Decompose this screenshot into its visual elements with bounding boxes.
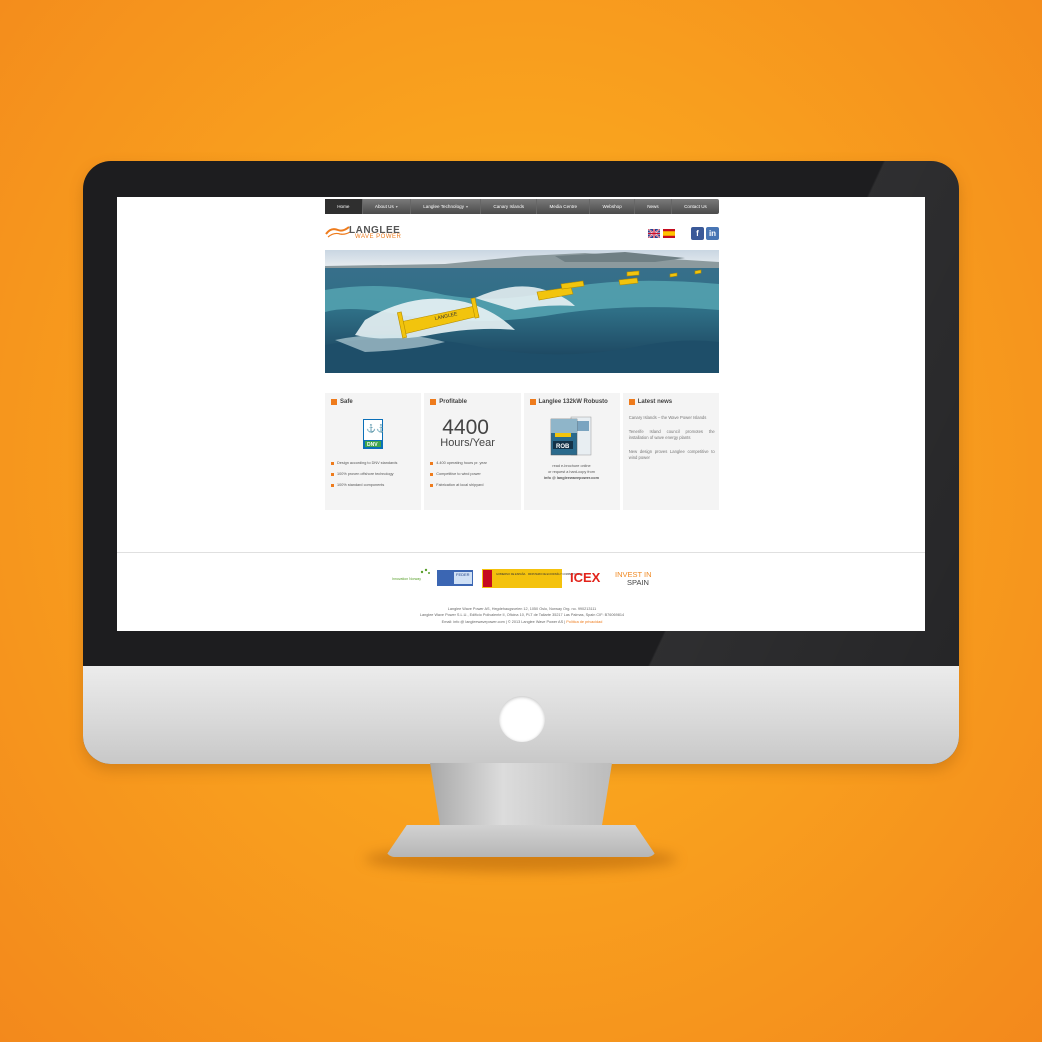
nav-label: Home: [337, 204, 350, 209]
logo-tagline: WAVE POWER: [355, 234, 402, 240]
monitor-chin: [83, 666, 959, 764]
nav-contact-us[interactable]: Contact Us: [672, 199, 719, 214]
svg-text:ROB: ROB: [556, 444, 570, 450]
linkedin-icon[interactable]: in: [706, 227, 719, 240]
facebook-icon[interactable]: f: [691, 227, 704, 240]
icex-logo: ICEX: [570, 570, 601, 585]
feature-boxes: Safe ⚓⚓ DNV Design according to DNV stan…: [325, 393, 719, 510]
news-item-link[interactable]: New design proves Langlee competitive to…: [629, 449, 715, 461]
chevron-down-icon: ▾: [395, 204, 398, 209]
monitor-stand-neck: [430, 763, 612, 831]
nav-label: Media Centre: [549, 204, 578, 209]
divider: [117, 552, 925, 553]
gobierno-espana-logo: GOBIERNO DE ESPAÑA MINISTERIO DE ECONOMÍ…: [482, 569, 583, 588]
nav-label: About Us: [374, 204, 394, 209]
brochure-text: read e-brochure online or request a hard…: [528, 463, 616, 481]
nav-label: Webshop: [602, 204, 622, 209]
profitable-list: 4.400 operating hours pr. year Competiti…: [430, 458, 487, 491]
list-item: Competitive to wind power: [430, 469, 487, 480]
footer-copyright: Email: info @ langleewavepower.com | © 2…: [441, 619, 566, 624]
list-item-text: 100% standard components: [337, 483, 385, 487]
nav-about-us[interactable]: About Us ▾: [363, 199, 411, 214]
privacy-policy-link[interactable]: Política de privacidad: [566, 620, 602, 624]
partner-logos: Innovation Norway FEDER GOBIERNO DE ESPA…: [392, 568, 652, 588]
list-item: 100% standard components: [331, 480, 397, 491]
brochure-image[interactable]: ROB: [549, 415, 593, 457]
news-list: Canary Islands – the Wave Power Islands …: [629, 415, 715, 469]
nav-label: News: [647, 204, 659, 209]
hero-wave-power-image: LANGLEE: [325, 250, 719, 373]
svg-text:⚓⚓: ⚓⚓: [366, 423, 383, 433]
innovation-norway-text: Innovation Norway: [392, 577, 421, 581]
nav-langlee-technology[interactable]: Langlee Technology ▾: [411, 199, 482, 214]
list-item-text: Fabrication at local shipyard: [436, 483, 484, 487]
invest-spain-text: SPAIN: [627, 578, 649, 587]
nav-label: Canary Islands: [493, 204, 525, 209]
social-links: f in: [691, 227, 719, 240]
list-item: 4.400 operating hours pr. year: [430, 458, 487, 469]
list-item-text: 100% proven offshore technology: [337, 472, 394, 476]
nav-label: Langlee Technology: [423, 204, 464, 209]
dnv-badge-text: DNV: [367, 442, 378, 448]
nav-label: Contact Us: [684, 204, 707, 209]
list-item-text: Competitive to wind power: [436, 472, 481, 476]
list-item: Design according to DNV standards: [331, 458, 397, 469]
feder-logo: FEDER: [437, 570, 473, 586]
nav-home[interactable]: Home: [325, 199, 363, 214]
hours-number: 4400: [442, 416, 489, 439]
box-title-text: Latest news: [637, 399, 673, 405]
nav-webshop[interactable]: Webshop: [590, 199, 635, 214]
main-navigation: Home About Us ▾ Langlee Technology ▾ Canar…: [325, 199, 719, 214]
robusto-box: Langlee 132kW Robusto ROB read e-brochur…: [523, 393, 620, 510]
list-item: 100% proven offshore technology: [331, 469, 397, 480]
box-title-text: Safe: [340, 399, 353, 405]
box-title: Langlee 132kW Robusto: [529, 399, 614, 405]
nav-canary-islands[interactable]: Canary Islands: [481, 199, 538, 214]
news-item-link[interactable]: Tenerife Island council promotes the ins…: [629, 429, 715, 441]
news-item-link[interactable]: Canary Islands – the Wave Power Islands: [629, 415, 715, 421]
footer-contact: Email: info @ langleewavepower.com | © 2…: [325, 619, 719, 625]
spanish-flag-icon[interactable]: [663, 229, 675, 238]
latest-news-box: Latest news Canary Islands – the Wave Po…: [622, 393, 719, 510]
profitable-box: Profitable 4400 Hours/Year 4.400 operati…: [424, 393, 521, 510]
monitor-stand-base: [385, 825, 657, 857]
screen: Home About Us ▾ Langlee Technology ▾ Canar…: [117, 197, 925, 631]
box-title-text: Langlee 132kW Robusto: [538, 399, 608, 405]
feder-text: FEDER: [456, 572, 470, 577]
box-title: Latest news: [628, 399, 713, 405]
footer: Langlee Wave Power AS, Hegdehaugsveien 1…: [325, 606, 719, 625]
dnv-logo-icon: ⚓⚓ DNV: [363, 419, 383, 449]
box-title: Profitable: [430, 399, 514, 405]
brochure-email-link[interactable]: info @ langleewavepower.com: [528, 475, 616, 481]
innovation-norway-logo: Innovation Norway: [392, 568, 430, 581]
safe-list: Design according to DNV standards 100% p…: [331, 458, 397, 491]
hours-unit: Hours/Year: [440, 437, 495, 449]
list-item-text: Design according to DNV standards: [337, 461, 398, 465]
language-selector: [648, 229, 675, 238]
list-item-text: 4.400 operating hours pr. year: [436, 461, 487, 465]
list-item: Fabrication at local shipyard: [430, 480, 487, 491]
site-logo[interactable]: LANGLEE WAVE POWER: [325, 221, 425, 243]
box-title-text: Profitable: [439, 399, 467, 405]
safe-box: Safe ⚓⚓ DNV Design according to DNV stan…: [325, 393, 422, 510]
nav-news[interactable]: News: [635, 199, 672, 214]
box-title: Safe: [331, 399, 415, 405]
nav-media-centre[interactable]: Media Centre: [537, 199, 591, 214]
english-flag-icon[interactable]: [648, 229, 660, 238]
chevron-down-icon: ▾: [466, 204, 469, 209]
wave-logo-icon: [325, 226, 351, 238]
apple-logo: [499, 696, 545, 742]
